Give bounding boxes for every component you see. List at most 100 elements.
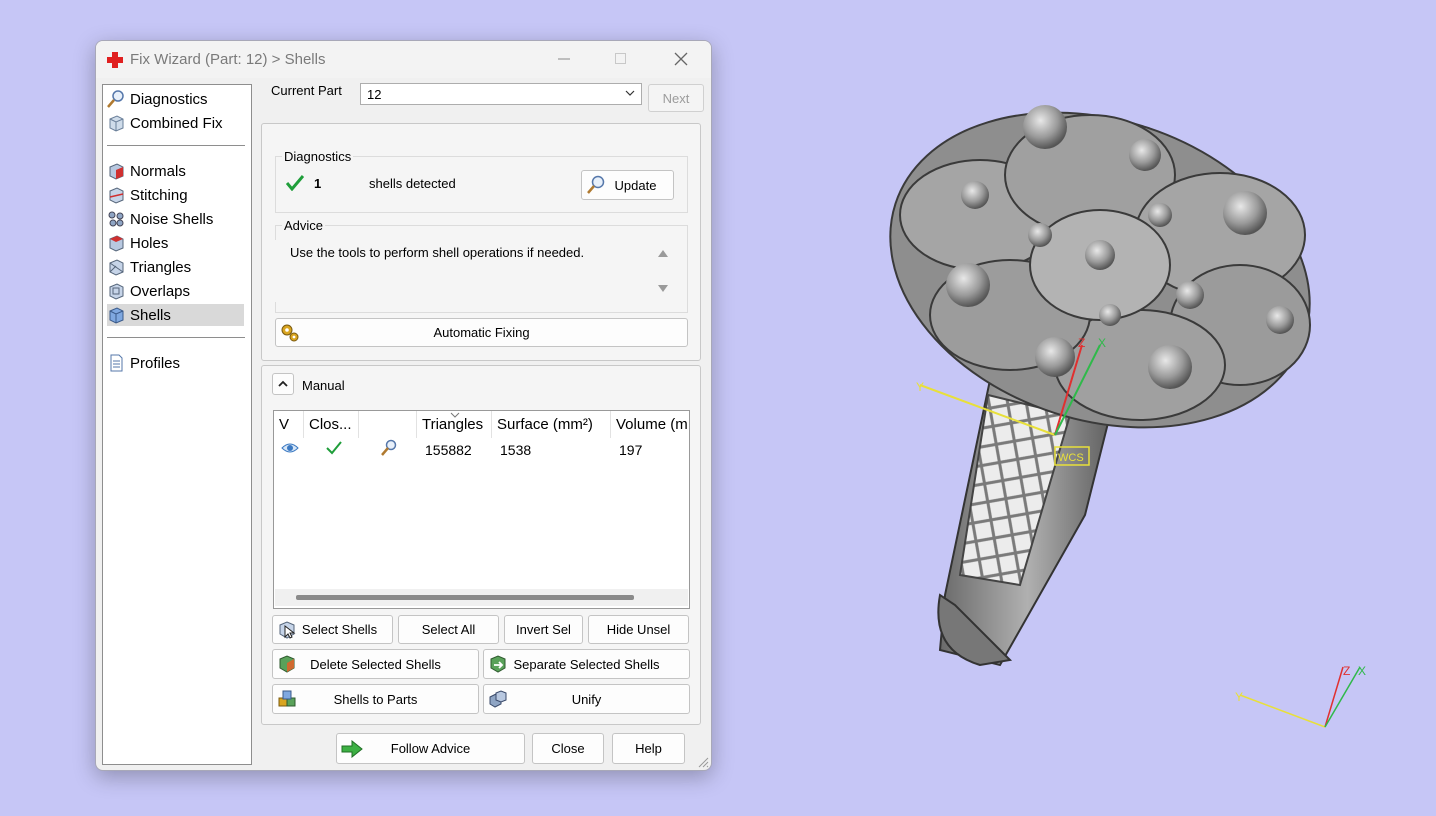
update-button[interactable]: Update <box>581 170 674 200</box>
nav-label: Overlaps <box>130 282 191 300</box>
separate-selected-shells-button[interactable]: Separate Selected Shells <box>483 649 690 679</box>
scrollbar-thumb[interactable] <box>296 595 634 600</box>
gears-icon <box>281 324 299 341</box>
holes-icon <box>109 235 124 252</box>
nav-item-diagnostics[interactable]: Diagnostics <box>107 88 244 110</box>
scroll-down-icon[interactable] <box>657 284 669 294</box>
title-bar[interactable]: Fix Wizard (Part: 12) > Shells <box>96 41 711 78</box>
nav-label: Normals <box>130 162 186 180</box>
local-axis-z-label: Z <box>1078 336 1085 350</box>
horizontal-scrollbar[interactable] <box>275 589 688 606</box>
nav-item-overlaps[interactable]: Overlaps <box>107 280 244 302</box>
nav-label: Shells <box>130 306 171 324</box>
cell-triangles: 155882 <box>425 442 472 458</box>
current-part-value: 12 <box>367 87 382 102</box>
nav-label: Combined Fix <box>130 114 223 132</box>
triangles-icon <box>109 259 124 276</box>
select-all-button[interactable]: Select All <box>398 615 499 644</box>
advice-textbox[interactable]: Use the tools to perform shell operation… <box>275 240 686 302</box>
current-part-label: Current Part <box>271 83 342 98</box>
fix-navigation-list: Diagnostics Combined Fix Normals Stitchi… <box>102 84 252 765</box>
delete-shell-icon <box>279 655 295 673</box>
medical-cross-icon <box>107 52 123 68</box>
sort-indicator-icon <box>450 412 460 418</box>
check-icon <box>286 175 304 191</box>
nav-item-normals[interactable]: Normals <box>107 160 244 182</box>
triad-y-label: Y <box>1235 690 1243 704</box>
magnifier-icon <box>587 175 605 194</box>
eye-icon[interactable] <box>281 441 299 455</box>
nav-label: Noise Shells <box>130 210 214 228</box>
chevron-up-icon <box>278 380 288 387</box>
magnifier-icon <box>107 90 124 108</box>
nav-item-noise-shells[interactable]: Noise Shells <box>107 208 244 230</box>
column-header-inspect[interactable] <box>359 411 417 438</box>
diagnostics-group-title: Diagnostics <box>282 149 354 164</box>
fix-wizard-dialog: Fix Wizard (Part: 12) > Shells Diagnosti… <box>95 40 712 771</box>
shells-table[interactable]: V Clos... Triangles Surface (mm²) Volume… <box>273 410 690 609</box>
nav-item-holes[interactable]: Holes <box>107 232 244 254</box>
follow-advice-button[interactable]: Follow Advice <box>336 733 525 764</box>
shells-to-parts-label: Shells to Parts <box>333 691 418 707</box>
stitching-icon <box>109 187 124 204</box>
nav-label: Holes <box>130 234 169 252</box>
invert-sel-label: Invert Sel <box>516 622 571 637</box>
delete-selected-shells-button[interactable]: Delete Selected Shells <box>272 649 479 679</box>
overlaps-icon <box>109 283 124 300</box>
nav-label: Triangles <box>130 258 192 276</box>
ring-model[interactable]: Y Z X WCS <box>860 95 1330 675</box>
minimize-icon <box>558 58 570 60</box>
column-header-surface[interactable]: Surface (mm²) <box>492 411 611 438</box>
unify-icon <box>489 690 507 708</box>
manual-label: Manual <box>302 378 345 393</box>
next-button[interactable]: Next <box>648 84 704 112</box>
cube-icon <box>109 115 124 132</box>
automatic-fixing-label: Automatic Fixing <box>433 325 530 340</box>
scroll-up-icon[interactable] <box>657 248 669 258</box>
magnifier-icon[interactable] <box>380 439 398 457</box>
nav-label: Stitching <box>130 186 188 204</box>
nav-item-combined-fix[interactable]: Combined Fix <box>107 112 244 134</box>
shells-icon <box>109 307 124 324</box>
triad-z-label: Z <box>1343 664 1350 678</box>
shell-count: 1 <box>314 176 322 191</box>
help-button[interactable]: Help <box>612 733 685 764</box>
local-axis-y-label: Y <box>916 380 924 394</box>
column-header-visible[interactable]: V <box>274 411 304 438</box>
local-axis-x-label: X <box>1098 336 1106 350</box>
delete-selected-shells-label: Delete Selected Shells <box>310 656 441 672</box>
collapse-manual-button[interactable] <box>272 373 294 395</box>
close-window-button[interactable] <box>658 41 704 77</box>
maximize-icon <box>615 53 626 64</box>
hide-unsel-button[interactable]: Hide Unsel <box>588 615 689 644</box>
separate-shell-icon <box>490 655 506 673</box>
next-button-label: Next <box>662 90 690 106</box>
help-button-label: Help <box>635 741 662 756</box>
nav-item-stitching[interactable]: Stitching <box>107 184 244 206</box>
maximize-button[interactable] <box>598 41 644 77</box>
shells-to-parts-button[interactable]: Shells to Parts <box>272 684 479 714</box>
nav-item-triangles[interactable]: Triangles <box>107 256 244 278</box>
unify-button[interactable]: Unify <box>483 684 690 714</box>
column-header-volume[interactable]: Volume (m <box>611 411 689 438</box>
advice-text: Use the tools to perform shell operation… <box>290 245 585 260</box>
arrow-right-icon <box>341 739 363 758</box>
check-icon <box>326 441 342 455</box>
minimize-button[interactable] <box>541 41 587 77</box>
unify-label: Unify <box>571 691 602 707</box>
update-button-label: Update <box>614 177 657 193</box>
follow-advice-label: Follow Advice <box>390 741 471 756</box>
nav-divider <box>107 337 245 338</box>
column-header-closed[interactable]: Clos... <box>304 411 359 438</box>
nav-item-profiles[interactable]: Profiles <box>107 352 244 374</box>
automatic-fixing-button[interactable]: Automatic Fixing <box>275 318 688 347</box>
nav-item-shells[interactable]: Shells <box>107 304 244 326</box>
select-shells-button[interactable]: Select Shells <box>272 615 393 644</box>
close-icon <box>674 52 688 66</box>
shells-to-parts-icon <box>278 690 296 707</box>
current-part-select[interactable]: 12 <box>360 83 642 105</box>
close-button[interactable]: Close <box>532 733 604 764</box>
window-title: Fix Wizard (Part: 12) > Shells <box>130 51 326 68</box>
resize-grip-icon[interactable] <box>697 756 709 768</box>
invert-sel-button[interactable]: Invert Sel <box>504 615 583 644</box>
